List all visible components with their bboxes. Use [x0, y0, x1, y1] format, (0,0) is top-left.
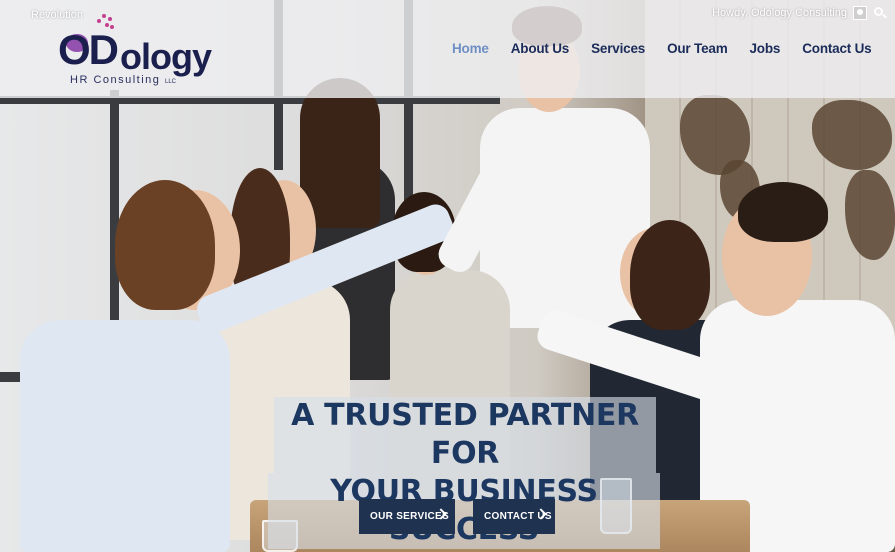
our-services-button[interactable]: OUR SERVICES: [359, 499, 455, 534]
headline-line-2: YOUR BUSINESS SUCCESS: [268, 473, 660, 549]
logo-word: ology: [120, 36, 212, 77]
main-nav: Home About Us Services Our Team Jobs Con…: [452, 41, 893, 56]
logo-mark: OD: [58, 26, 119, 73]
site-logo[interactable]: OD ology HR Consulting LLC: [58, 14, 218, 90]
nav-our-team[interactable]: Our Team: [667, 41, 728, 56]
nav-services[interactable]: Services: [591, 41, 645, 56]
logo-subtitle: HR Consulting LLC: [70, 74, 176, 86]
hero-headline: A TRUSTED PARTNER FOR YOUR BUSINESS SUCC…: [268, 397, 660, 549]
nav-home[interactable]: Home: [452, 41, 489, 56]
nav-about-us[interactable]: About Us: [511, 41, 570, 56]
nav-contact-us[interactable]: Contact Us: [802, 41, 871, 56]
admin-greeting[interactable]: Howdy, Odology Consulting: [712, 7, 847, 19]
nav-jobs[interactable]: Jobs: [750, 41, 781, 56]
search-icon[interactable]: [873, 6, 887, 20]
site-header: Revolution Howdy, Odology Consulting OD …: [0, 0, 895, 98]
headline-line-1: A TRUSTED PARTNER FOR: [274, 397, 656, 473]
contact-us-button[interactable]: CONTACT US: [473, 499, 555, 534]
admin-bar-account: Howdy, Odology Consulting: [712, 6, 887, 20]
user-avatar-icon[interactable]: [853, 6, 867, 20]
